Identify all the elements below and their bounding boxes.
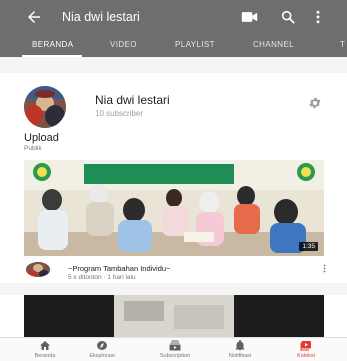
avatar-photo	[24, 86, 66, 128]
tab-more[interactable]: T	[340, 40, 345, 49]
section-divider	[0, 283, 347, 295]
video-more-icon[interactable]	[323, 264, 326, 273]
home-icon	[40, 341, 50, 350]
subscriber-count: 10 subscriber	[95, 109, 144, 118]
channel-title: Nia dwi lestari	[62, 10, 140, 24]
nav-beranda-label: Beranda	[34, 353, 56, 359]
subscriptions-icon	[169, 340, 181, 351]
nav-koleksi[interactable]: Koleksi	[276, 340, 336, 359]
channel-avatar[interactable]	[24, 86, 66, 128]
library-icon	[300, 341, 311, 351]
video-meta: 5 x ditonton · 1 hari lalu	[68, 274, 136, 281]
video-thumbnail-next[interactable]	[24, 295, 324, 337]
section-visibility: Publik	[24, 145, 42, 152]
video-duration: 1:35	[299, 242, 318, 251]
search-icon[interactable]	[280, 9, 296, 25]
nav-eksplorasi[interactable]: Eksplorasi	[72, 340, 132, 359]
back-arrow-icon[interactable]	[25, 8, 43, 26]
video-camera-icon[interactable]	[241, 10, 258, 24]
channel-name: Nia dwi lestari	[95, 93, 170, 107]
app-bar: Nia dwi lestari	[0, 0, 347, 35]
tab-playlist[interactable]: PLAYLIST	[175, 40, 215, 49]
channel-tabs: BERANDA VIDEO PLAYLIST CHANNEL T	[0, 35, 347, 57]
top-spacer	[0, 57, 347, 73]
tab-video[interactable]: VIDEO	[110, 40, 137, 49]
bottom-navigation: Beranda Eksplorasi Subscription Notifika…	[0, 337, 347, 361]
explore-icon	[97, 341, 107, 350]
more-vert-icon[interactable]	[315, 9, 321, 25]
video-channel-avatar[interactable]	[26, 262, 50, 277]
nav-notifikasi-label: Notifikasi	[228, 353, 252, 359]
tab-beranda[interactable]: BERANDA	[32, 40, 73, 49]
gear-icon[interactable]	[308, 96, 322, 110]
avatar-photo-small	[26, 262, 50, 277]
nav-eksplorasi-label: Eksplorasi	[89, 353, 115, 359]
nav-subscription-label: Subscription	[159, 353, 191, 359]
tab-channel[interactable]: CHANNEL	[253, 40, 294, 49]
bell-icon	[235, 340, 245, 351]
nav-beranda[interactable]: Beranda	[15, 340, 75, 359]
video-thumbnail[interactable]: 1:35	[24, 160, 324, 256]
nav-koleksi-label: Koleksi	[297, 353, 315, 359]
nav-notifikasi[interactable]: Notifikasi	[210, 340, 270, 359]
video-title[interactable]: ~Program Tambahan Individu~	[68, 264, 170, 273]
section-title: Upload	[24, 132, 59, 144]
nav-subscription[interactable]: Subscription	[145, 340, 205, 359]
thumbnail-image-next	[24, 295, 324, 337]
thumbnail-image	[24, 160, 324, 256]
